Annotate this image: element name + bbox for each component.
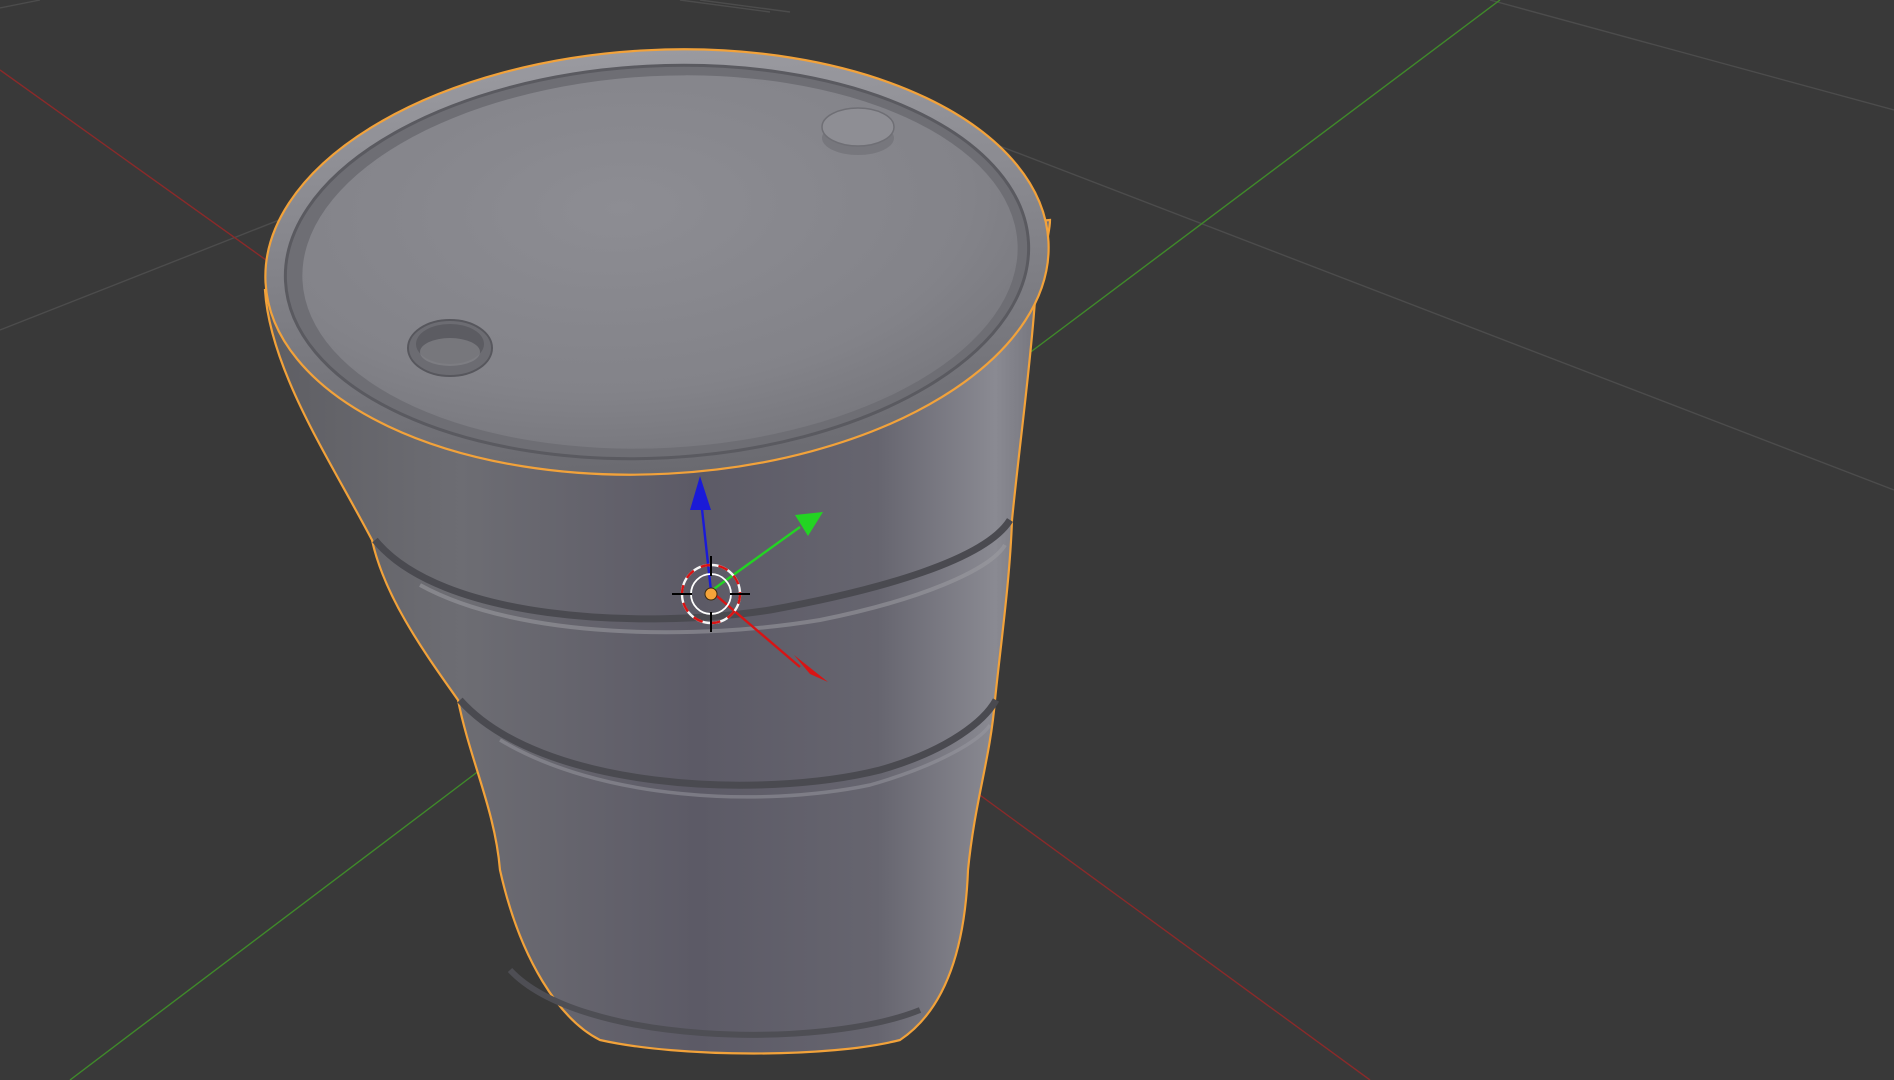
bung-cap-right xyxy=(821,107,895,155)
viewport-scene[interactable] xyxy=(0,0,1894,1080)
bung-hole-left xyxy=(407,319,493,377)
3d-viewport[interactable] xyxy=(0,0,1894,1080)
barrel-object[interactable] xyxy=(254,30,1059,1055)
object-origin-icon xyxy=(704,587,718,601)
